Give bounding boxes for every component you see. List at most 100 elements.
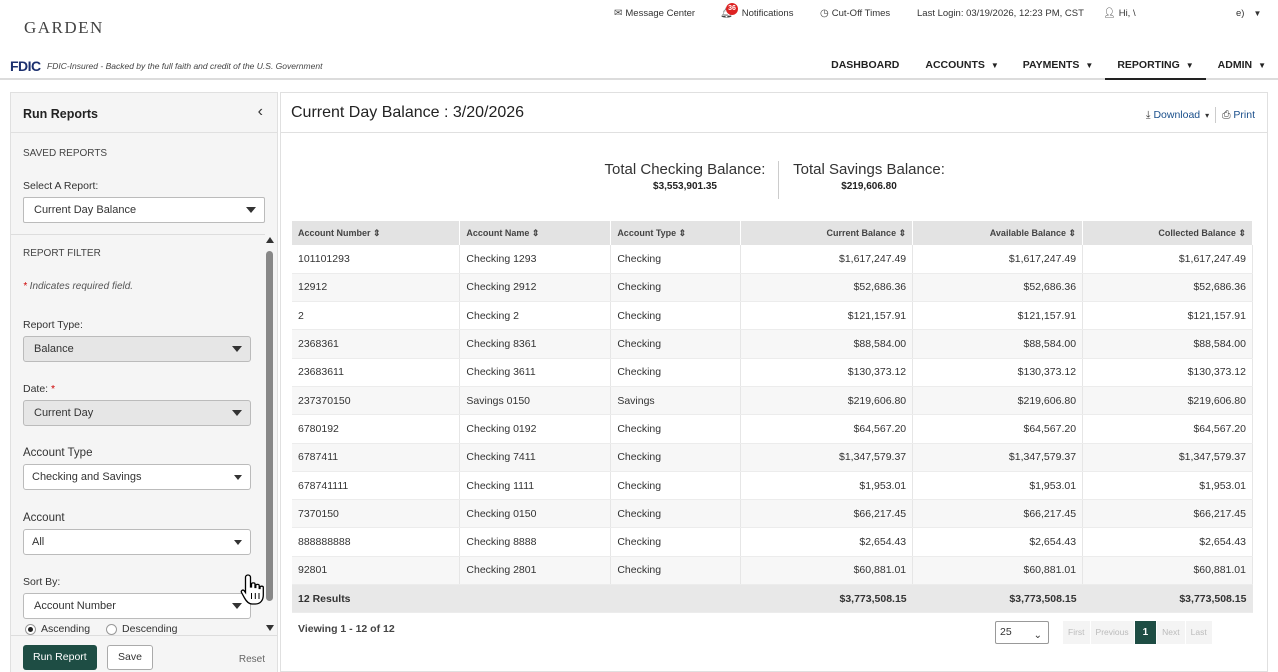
cell-account-type: Savings bbox=[610, 386, 742, 416]
page-1-button[interactable]: 1 bbox=[1134, 621, 1157, 644]
reset-link[interactable]: Reset bbox=[239, 654, 265, 665]
caret-down-icon: ▼ bbox=[1253, 9, 1262, 18]
nav-admin[interactable]: ADMIN ▼ bbox=[1206, 59, 1278, 80]
total-current-balance: $3,773,508.15 bbox=[740, 584, 913, 614]
previous-page-button[interactable]: Previous bbox=[1090, 621, 1134, 644]
column-header-current-balance[interactable]: Current Balance ⇕ bbox=[740, 221, 914, 245]
column-label: Current Balance bbox=[826, 227, 897, 238]
last-page-button[interactable]: Last bbox=[1185, 621, 1212, 644]
collapse-chevron-left-icon[interactable]: ‹ bbox=[258, 103, 263, 121]
sidebar-scrollbar[interactable] bbox=[266, 237, 274, 633]
account-dropdown[interactable]: All bbox=[23, 529, 251, 555]
hand-pointer-cursor-icon bbox=[240, 574, 264, 605]
cell-available-balance: $2,654.43 bbox=[912, 527, 1084, 557]
date-label: Date: * bbox=[23, 383, 55, 395]
cell-current-balance: $2,654.43 bbox=[740, 527, 914, 557]
save-button[interactable]: Save bbox=[107, 645, 153, 670]
next-page-button[interactable]: Next bbox=[1157, 621, 1185, 644]
nav-payments[interactable]: PAYMENTS ▼ bbox=[1011, 59, 1106, 80]
select-report-value: Current Day Balance bbox=[34, 204, 137, 216]
cell-account-number: 2368361 bbox=[292, 329, 461, 359]
total-available-balance: $3,773,508.15 bbox=[912, 584, 1083, 614]
cell-account-name: Checking 8361 bbox=[459, 329, 612, 359]
sort-icon: ⇕ bbox=[531, 227, 540, 238]
column-header-available-balance[interactable]: Available Balance ⇕ bbox=[912, 221, 1084, 245]
cell-collected-balance: $60,881.01 bbox=[1082, 556, 1253, 586]
notifications-badge: 36 bbox=[726, 3, 738, 15]
ascending-radio[interactable] bbox=[25, 623, 36, 635]
print-button[interactable]: ⎙ Print bbox=[1222, 109, 1255, 122]
scroll-up-arrow-icon[interactable] bbox=[266, 237, 274, 243]
cell-account-type: Checking bbox=[610, 443, 742, 472]
cell-collected-balance: $2,654.43 bbox=[1082, 527, 1253, 557]
table-row[interactable]: 2 Checking 2 Checking $121,157.91 $121,1… bbox=[292, 301, 1253, 331]
table-row[interactable]: 92801 Checking 2801 Checking $60,881.01 … bbox=[292, 556, 1253, 586]
cell-available-balance: $130,373.12 bbox=[912, 358, 1084, 387]
notifications-link[interactable]: 🔔︎ 36 Notifications bbox=[720, 3, 793, 19]
account-type-label: Account Type bbox=[23, 447, 93, 459]
message-center-link[interactable]: ✉ Message Center bbox=[614, 8, 695, 19]
table-row[interactable]: 678741111 Checking 1111 Checking $1,953.… bbox=[292, 471, 1253, 501]
nav-accounts[interactable]: ACCOUNTS ▼ bbox=[913, 59, 1010, 80]
dropdown-arrow-icon bbox=[232, 410, 242, 416]
actions-divider bbox=[1215, 107, 1217, 123]
cell-current-balance: $219,606.80 bbox=[740, 386, 914, 416]
nav-dashboard[interactable]: DASHBOARD bbox=[819, 59, 911, 80]
table-row[interactable]: 23683611 Checking 3611 Checking $130,373… bbox=[292, 358, 1253, 387]
cell-account-name: Checking 7411 bbox=[459, 443, 612, 472]
cell-available-balance: $1,953.01 bbox=[912, 471, 1084, 501]
account-type-dropdown[interactable]: Checking and Savings bbox=[23, 464, 251, 490]
fdic-logo: FDIC bbox=[10, 58, 41, 74]
date-dropdown[interactable]: Current Day bbox=[23, 400, 251, 426]
column-header-account-name[interactable]: Account Name ⇕ bbox=[459, 221, 612, 245]
dropdown-arrow-icon bbox=[232, 346, 242, 352]
report-type-dropdown[interactable]: Balance bbox=[23, 336, 251, 362]
cell-collected-balance: $1,953.01 bbox=[1082, 471, 1253, 501]
scroll-thumb[interactable] bbox=[266, 251, 273, 601]
totals-divider bbox=[778, 161, 779, 199]
descending-radio[interactable] bbox=[106, 623, 118, 635]
cell-available-balance: $121,157.91 bbox=[912, 301, 1084, 331]
download-button[interactable]: ⤓ Download ▾ bbox=[1146, 109, 1209, 122]
run-report-button[interactable]: Run Report bbox=[23, 645, 97, 670]
sort-by-dropdown[interactable]: Account Number bbox=[23, 593, 251, 619]
column-label: Available Balance bbox=[989, 227, 1066, 238]
table-row[interactable]: 7370150 Checking 0150 Checking $66,217.4… bbox=[292, 499, 1253, 529]
scroll-down-arrow-icon[interactable] bbox=[266, 625, 274, 631]
cell-collected-balance: $121,157.91 bbox=[1082, 301, 1253, 331]
required-asterisk: * bbox=[48, 383, 56, 395]
cutoff-times-link[interactable]: ◷ Cut-Off Times bbox=[820, 8, 890, 19]
cell-available-balance: $64,567.20 bbox=[912, 414, 1084, 444]
cell-available-balance: $88,584.00 bbox=[912, 329, 1084, 359]
nav-reporting[interactable]: REPORTING ▼ bbox=[1105, 59, 1206, 80]
cell-current-balance: $60,881.01 bbox=[740, 556, 914, 586]
table-row[interactable]: 101101293 Checking 1293 Checking $1,617,… bbox=[292, 245, 1253, 274]
table-row[interactable]: 888888888 Checking 8888 Checking $2,654.… bbox=[292, 527, 1253, 557]
column-header-account-type[interactable]: Account Type ⇕ bbox=[610, 221, 742, 245]
bank-logo[interactable]: GARDEN bbox=[24, 18, 104, 38]
sidebar-header: Run Reports ‹ bbox=[11, 93, 277, 133]
page-size-select[interactable]: 25 ⌄ bbox=[995, 621, 1049, 644]
select-report-dropdown[interactable]: Current Day Balance bbox=[23, 197, 265, 223]
caret-down-icon: ▼ bbox=[990, 61, 999, 70]
cell-collected-balance: $88,584.00 bbox=[1082, 329, 1253, 359]
column-header-account-number[interactable]: Account Number ⇕ bbox=[292, 221, 461, 245]
table-row[interactable]: 237370150 Savings 0150 Savings $219,606.… bbox=[292, 386, 1253, 416]
table-row[interactable]: 12912 Checking 2912 Checking $52,686.36 … bbox=[292, 273, 1253, 303]
table-row[interactable]: 2368361 Checking 8361 Checking $88,584.0… bbox=[292, 329, 1253, 359]
user-menu-dropdown[interactable]: e) ▼ bbox=[1236, 8, 1261, 19]
cell-account-type: Checking bbox=[610, 499, 742, 529]
user-greeting[interactable]: 👤︎ Hi, \ bbox=[1103, 8, 1136, 19]
table-header-row: Account Number ⇕ Account Name ⇕ Account … bbox=[292, 221, 1253, 245]
envelope-icon: ✉ bbox=[614, 8, 623, 19]
column-header-collected-balance[interactable]: Collected Balance ⇕ bbox=[1082, 221, 1253, 245]
cell-account-number: 6780192 bbox=[292, 414, 461, 444]
column-label: Account Type bbox=[617, 227, 677, 238]
cell-collected-balance: $1,617,247.49 bbox=[1082, 245, 1253, 274]
table-row[interactable]: 6787411 Checking 7411 Checking $1,347,57… bbox=[292, 443, 1253, 472]
cell-account-number: 888888888 bbox=[292, 527, 461, 557]
cell-current-balance: $130,373.12 bbox=[740, 358, 914, 387]
first-page-button[interactable]: First bbox=[1063, 621, 1090, 644]
table-row[interactable]: 6780192 Checking 0192 Checking $64,567.2… bbox=[292, 414, 1253, 444]
cell-account-name: Checking 0150 bbox=[459, 499, 612, 529]
